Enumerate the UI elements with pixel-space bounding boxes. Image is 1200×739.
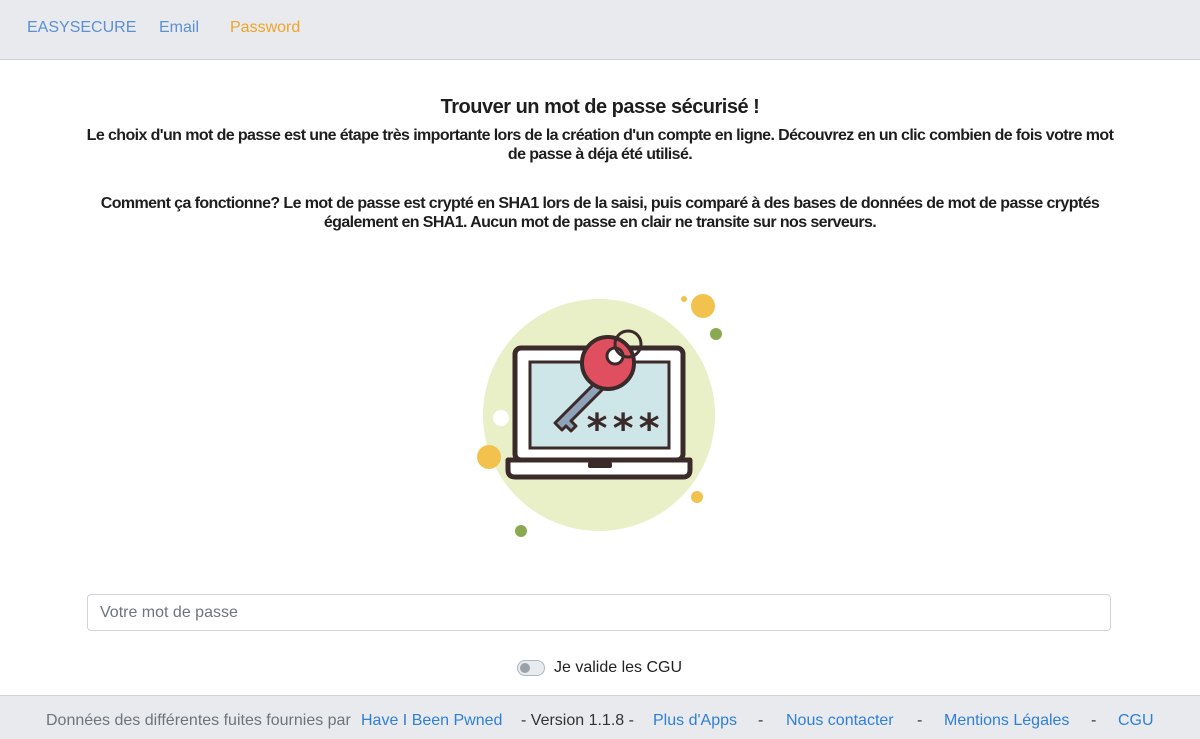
brand-link[interactable]: EASYSECURE [27,19,136,37]
footer-separator: - [1091,712,1097,729]
footer-apps-link[interactable]: Plus d'Apps [653,712,737,730]
intro-text: Le choix d'un mot de passe est une étape… [86,127,1114,163]
nav-password-link[interactable]: Password [230,19,300,37]
dot-yellow-small [681,296,687,302]
footer-separator: - [758,712,764,729]
footer-version: - Version 1.1.8 - [521,712,634,729]
top-navbar: EASYSECURE Email Password [0,0,1200,60]
nav-email-link[interactable]: Email [159,19,199,37]
footer-source-text: Données des différentes fuites fournies … [46,712,351,729]
dot-yellow-bottom [691,491,703,503]
cgu-toggle[interactable] [517,660,545,676]
dot-white [493,410,509,426]
masked-password-text: *** [585,406,663,452]
password-input[interactable] [87,594,1111,631]
dot-yellow-large [691,294,715,318]
page-title: Trouver un mot de passe sécurisé ! [440,96,760,118]
toggle-knob [520,663,530,673]
page-footer: Données des différentes fuites fournies … [0,695,1200,739]
footer-legal-link[interactable]: Mentions Légales [944,712,1069,730]
laptop-notch [588,462,612,468]
cgu-switch[interactable]: Je valide les CGU [517,658,682,678]
footer-cgu-link[interactable]: CGU [1118,712,1154,730]
footer-hibp-link[interactable]: Have I Been Pwned [361,712,502,730]
dot-yellow-left [477,445,501,469]
dot-green-bottom [515,525,527,537]
laptop-key-icon: *** [477,294,722,537]
dot-green-top [710,328,722,340]
how-it-works-text: Comment ça fonctionne? Le mot de passe e… [100,195,1100,231]
cgu-label: Je valide les CGU [554,659,683,676]
key-head [580,335,636,391]
footer-separator: - [917,712,923,729]
footer-contact-link[interactable]: Nous contacter [786,712,894,730]
